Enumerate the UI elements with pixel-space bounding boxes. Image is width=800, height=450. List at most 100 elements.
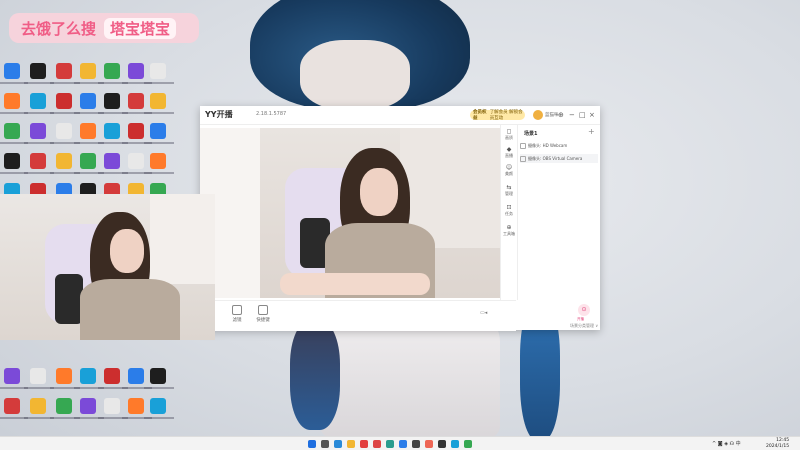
desktop-app-icon[interactable]	[80, 398, 96, 414]
minimize-button[interactable]: −	[569, 110, 575, 120]
desktop-app-icon[interactable]	[30, 93, 46, 109]
desktop-app-icon[interactable]	[30, 368, 46, 384]
close-button[interactable]: ×	[589, 110, 595, 120]
desktop-app-icon[interactable]	[128, 368, 144, 384]
desktop-app-icon[interactable]	[150, 368, 166, 384]
desktop-app-icon[interactable]	[104, 63, 120, 79]
side-nav-beauty[interactable]: ☺ 美颜	[501, 164, 517, 177]
taskbar-app-icon[interactable]	[321, 440, 329, 448]
desktop-app-icon[interactable]	[56, 123, 72, 139]
scene-panel: 场景1 + 摄像头: HD Webcam 摄像头: OBS Virtual Ca…	[516, 124, 600, 330]
add-source-button[interactable]: +	[588, 127, 595, 136]
desktop-app-icon[interactable]	[104, 398, 120, 414]
tasks-icon: ⊡	[506, 204, 512, 211]
taskbar-app-icon[interactable]	[451, 440, 459, 448]
side-nav-quality[interactable]: ◻ 画质	[501, 128, 517, 141]
shortcut-button[interactable]: 快捷键	[248, 305, 278, 323]
side-nav-manage[interactable]: ⇆ 管理	[501, 184, 517, 197]
side-nav-tasks[interactable]: ⊡ 任务	[501, 204, 517, 217]
desktop: 去饿了么搜 塔宝塔宝 YY开播 2.18.1.5787 会员权益 了解会员 解锁…	[0, 0, 800, 450]
taskbar-app-icon[interactable]	[464, 440, 472, 448]
microphone	[55, 274, 83, 324]
wallpaper-face	[300, 40, 410, 110]
floating-preview-window[interactable]	[0, 194, 215, 340]
desktop-app-icon[interactable]	[150, 123, 166, 139]
side-nav-live[interactable]: ◆ 直播	[501, 146, 517, 159]
checkbox[interactable]	[520, 142, 526, 149]
desktop-app-icon[interactable]	[30, 123, 46, 139]
desktop-app-icon[interactable]	[56, 398, 72, 414]
curtain	[150, 194, 215, 284]
side-nav-toolbox[interactable]: ⊕ 工具箱	[501, 224, 517, 237]
desktop-icon-label	[144, 417, 174, 419]
checkbox[interactable]	[520, 155, 526, 162]
streamer-face	[360, 168, 398, 216]
vip-button[interactable]: 会员权益 了解会员 解锁会员互动	[470, 110, 525, 121]
banner-text: 去饿了么搜	[21, 19, 97, 38]
go-live-button[interactable]: ⊙	[578, 304, 590, 316]
live-preview[interactable]	[200, 128, 500, 298]
desktop-app-icon[interactable]	[4, 123, 20, 139]
taskbar-app-icon[interactable]	[386, 440, 394, 448]
desktop-app-icon[interactable]	[80, 123, 96, 139]
yy-window: YY开播 2.18.1.5787 会员权益 了解会员 解锁会员互动 蓝猫咪 ⊕ …	[200, 106, 600, 331]
desktop-app-icon[interactable]	[104, 368, 120, 384]
system-tray[interactable]: ^ ◙ ◈ ☊ 中	[712, 440, 741, 447]
source-item[interactable]: 摄像头: HD Webcam	[520, 141, 598, 150]
desktop-app-icon[interactable]	[56, 153, 72, 169]
desktop-app-icon[interactable]	[128, 123, 144, 139]
taskbar-app-icon[interactable]	[308, 440, 316, 448]
clock[interactable]: 12:45 2024/1/15	[766, 438, 789, 450]
desktop-app-icon[interactable]	[80, 153, 96, 169]
desktop-app-icon[interactable]	[104, 93, 120, 109]
desktop-app-icon[interactable]	[150, 93, 166, 109]
desktop-app-icon[interactable]	[4, 93, 20, 109]
taskbar-app-icon[interactable]	[347, 440, 355, 448]
taskbar-app-icon[interactable]	[373, 440, 381, 448]
streamer-legs	[280, 273, 430, 295]
desktop-app-icon[interactable]	[80, 63, 96, 79]
avatar[interactable]	[533, 110, 543, 120]
taskbar-app-icon[interactable]	[438, 440, 446, 448]
desktop-app-icon[interactable]	[56, 63, 72, 79]
scene-title: 场景1	[524, 131, 538, 137]
app-logo: YY开播	[205, 110, 233, 119]
desktop-app-icon[interactable]	[128, 153, 144, 169]
toolbox-icon: ⊕	[506, 224, 512, 231]
camera-toggle-icon[interactable]: ▭◂	[480, 310, 487, 316]
desktop-app-icon[interactable]	[4, 63, 20, 79]
desktop-app-icon[interactable]	[4, 153, 20, 169]
vip-text: 了解会员 解锁会员互动	[489, 110, 523, 121]
username[interactable]: 蓝猫咪	[545, 112, 559, 118]
desktop-app-icon[interactable]	[56, 93, 72, 109]
taskbar-app-icon[interactable]	[412, 440, 420, 448]
source-item[interactable]: 摄像头: OBS Virtual Camera	[520, 154, 598, 163]
taskbar-app-icon[interactable]	[334, 440, 342, 448]
desktop-app-icon[interactable]	[30, 398, 46, 414]
desktop-app-icon[interactable]	[80, 368, 96, 384]
app-version: 2.18.1.5787	[256, 111, 287, 117]
desktop-app-icon[interactable]	[4, 398, 20, 414]
taskbar-app-icon[interactable]	[425, 440, 433, 448]
maximize-button[interactable]: □	[579, 110, 586, 120]
pin-button[interactable]: ⊕	[558, 110, 564, 120]
desktop-app-icon[interactable]	[56, 368, 72, 384]
desktop-app-icon[interactable]	[128, 63, 144, 79]
desktop-app-icon[interactable]	[104, 123, 120, 139]
desktop-app-icon[interactable]	[30, 63, 46, 79]
desktop-app-icon[interactable]	[150, 153, 166, 169]
desktop-app-icon[interactable]	[30, 153, 46, 169]
desktop-app-icon[interactable]	[128, 93, 144, 109]
taskbar-app-icon[interactable]	[360, 440, 368, 448]
desktop-app-icon[interactable]	[150, 398, 166, 414]
desktop-app-icon[interactable]	[128, 398, 144, 414]
taskbar-app-icon[interactable]	[399, 440, 407, 448]
desktop-app-icon[interactable]	[150, 63, 166, 79]
scene-manage-link[interactable]: 场景分类管理 ∨	[570, 323, 598, 329]
desktop-app-icon[interactable]	[4, 368, 20, 384]
desktop-app-icon[interactable]	[104, 153, 120, 169]
streamer-face	[110, 229, 144, 273]
desktop-app-icon[interactable]	[80, 93, 96, 109]
title-bar: YY开播 2.18.1.5787 会员权益 了解会员 解锁会员互动 蓝猫咪 ⊕ …	[200, 106, 600, 125]
filter-icon	[232, 305, 242, 315]
